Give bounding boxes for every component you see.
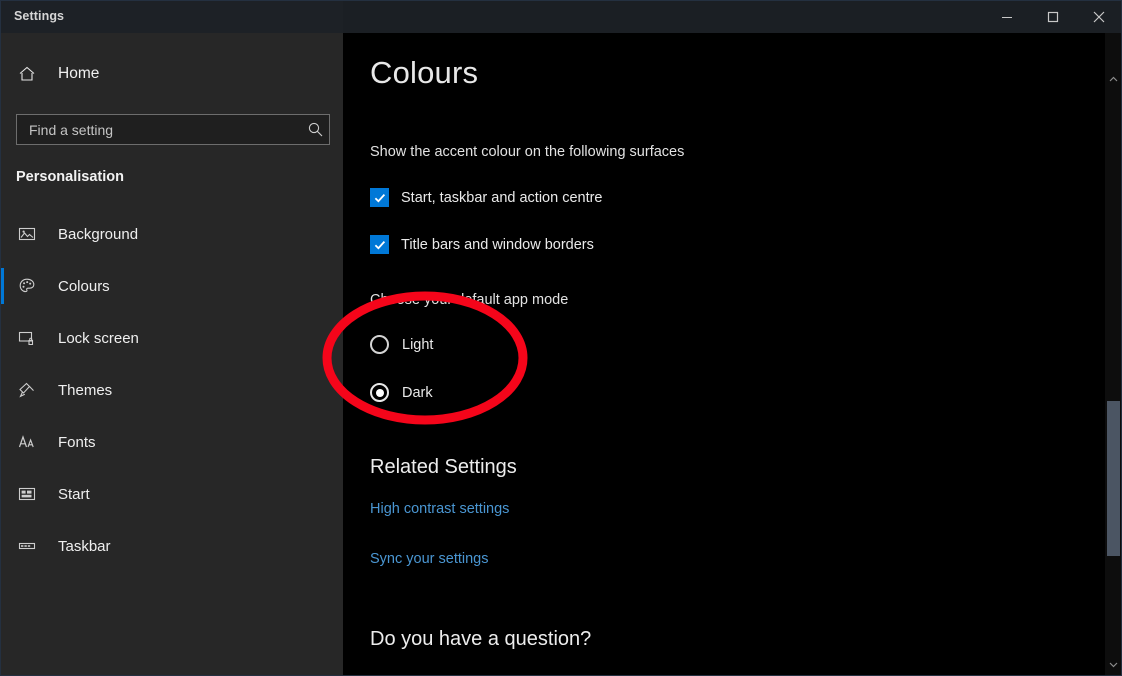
sidebar-item-taskbar[interactable]: Taskbar: [0, 520, 343, 572]
window-controls: [984, 0, 1122, 33]
window-title: Settings: [14, 9, 65, 23]
checkbox-label: Title bars and window borders: [401, 236, 594, 253]
sidebar-item-label: Background: [58, 225, 139, 243]
checkbox-row-title-bars-window-borders[interactable]: Title bars and window borders: [370, 235, 594, 254]
radio-label: Light: [402, 336, 434, 353]
start-grid-icon: [16, 483, 38, 505]
sidebar-item-label: Fonts: [58, 433, 96, 451]
radio-row-light[interactable]: Light: [370, 335, 433, 354]
checkbox-row-start-taskbar-action-centre[interactable]: Start, taskbar and action centre: [370, 188, 603, 207]
sidebar-item-themes[interactable]: Themes: [0, 364, 343, 416]
chevron-up-icon: [1109, 71, 1118, 89]
link-high-contrast-settings[interactable]: High contrast settings: [370, 501, 509, 517]
image-icon: [16, 223, 38, 245]
sidebar-item-start[interactable]: Start: [0, 468, 343, 520]
maximize-icon: [1047, 11, 1059, 23]
sidebar-item-fonts[interactable]: Fonts: [0, 416, 343, 468]
vertical-scrollbar[interactable]: [1105, 33, 1122, 676]
sidebar-section-header: Personalisation: [16, 169, 124, 185]
radio-light[interactable]: [370, 335, 389, 354]
title-bar[interactable]: Settings: [0, 0, 1122, 33]
home-icon: [16, 63, 38, 85]
home-label: Home: [58, 65, 100, 82]
minimize-button[interactable]: [984, 0, 1030, 33]
sidebar-item-label: Lock screen: [58, 329, 139, 347]
search-icon[interactable]: [301, 115, 329, 144]
question-section-title: Do you have a question?: [370, 628, 592, 650]
chevron-down-icon: [1109, 656, 1118, 674]
scroll-up-button[interactable]: [1105, 71, 1122, 88]
search-box[interactable]: [16, 114, 330, 145]
sidebar-item-label: Themes: [58, 381, 113, 399]
link-sync-your-settings[interactable]: Sync your settings: [370, 551, 488, 567]
scroll-down-button[interactable]: [1105, 656, 1122, 673]
sidebar-item-label: Start: [58, 485, 90, 503]
search-input[interactable]: [17, 115, 301, 144]
radio-label: Dark: [402, 384, 433, 401]
close-icon: [1093, 11, 1105, 23]
sidebar-item-label: Colours: [58, 277, 110, 295]
font-icon: [16, 431, 38, 453]
accent-surfaces-subheading: Show the accent colour on the following …: [370, 144, 685, 160]
related-settings-title: Related Settings: [370, 456, 517, 478]
sidebar: Home Personalisation: [0, 33, 343, 676]
sidebar-item-home[interactable]: Home: [0, 56, 343, 92]
main-content: Colours Show the accent colour on the fo…: [343, 33, 1122, 676]
sidebar-nav-list: Background Colours Lock screen Themes Fo…: [0, 208, 343, 572]
settings-window: Settings Home Find a setting Personalisa…: [0, 0, 1122, 676]
maximize-button[interactable]: [1030, 0, 1076, 33]
brush-icon: [16, 379, 38, 401]
sidebar-item-background[interactable]: Background: [0, 208, 343, 260]
scrollbar-thumb[interactable]: [1107, 401, 1120, 556]
radio-dark[interactable]: [370, 383, 389, 402]
close-button[interactable]: [1076, 0, 1122, 33]
page-title: Colours: [370, 55, 479, 90]
palette-icon: [16, 275, 38, 297]
sidebar-item-colours[interactable]: Colours: [0, 260, 343, 312]
checkbox-title-bars-window-borders[interactable]: [370, 235, 389, 254]
checkbox-start-taskbar-action-centre[interactable]: [370, 188, 389, 207]
lock-screen-icon: [16, 327, 38, 349]
taskbar-icon: [16, 535, 38, 557]
radio-row-dark[interactable]: Dark: [370, 383, 433, 402]
app-mode-heading: Choose your default app mode: [370, 292, 569, 308]
minimize-icon: [1001, 11, 1013, 23]
sidebar-item-label: Taskbar: [58, 537, 111, 555]
radio-dot: [375, 388, 384, 397]
checkbox-label: Start, taskbar and action centre: [401, 189, 603, 206]
sidebar-item-lock-screen[interactable]: Lock screen: [0, 312, 343, 364]
